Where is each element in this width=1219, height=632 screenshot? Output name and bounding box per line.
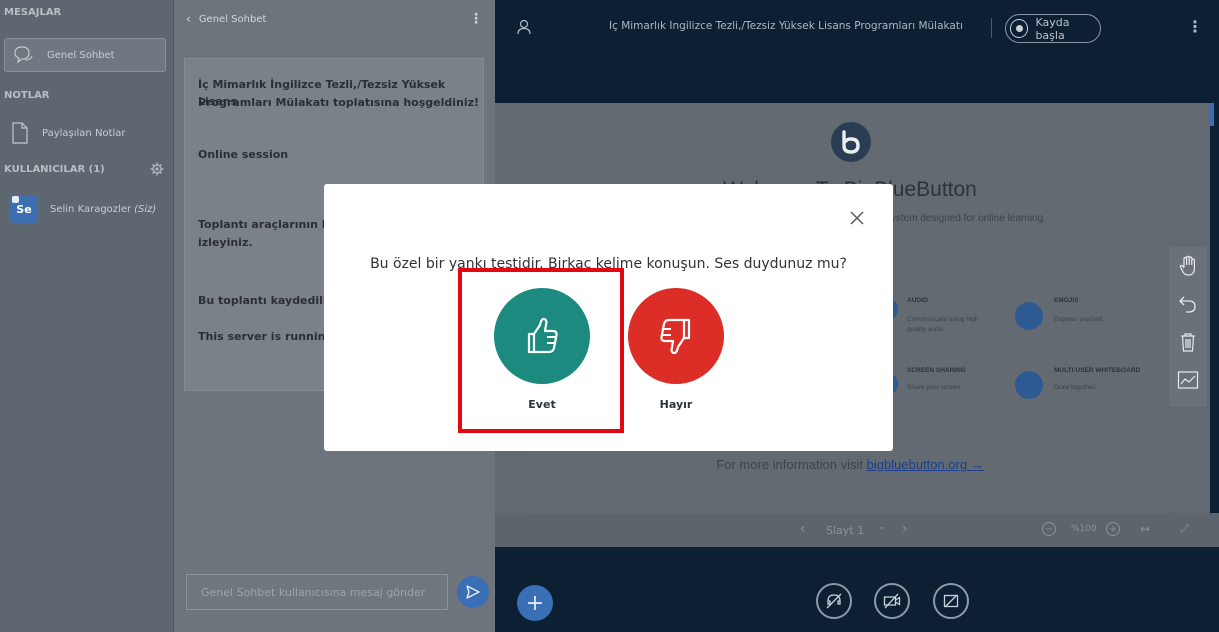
thumbs-down-icon [660, 318, 691, 355]
highlight-box [458, 268, 624, 433]
thumbs-down-circle[interactable] [628, 288, 724, 384]
no-button[interactable]: Hayır [626, 288, 726, 411]
no-label: Hayır [659, 398, 693, 411]
close-icon[interactable] [849, 210, 865, 226]
